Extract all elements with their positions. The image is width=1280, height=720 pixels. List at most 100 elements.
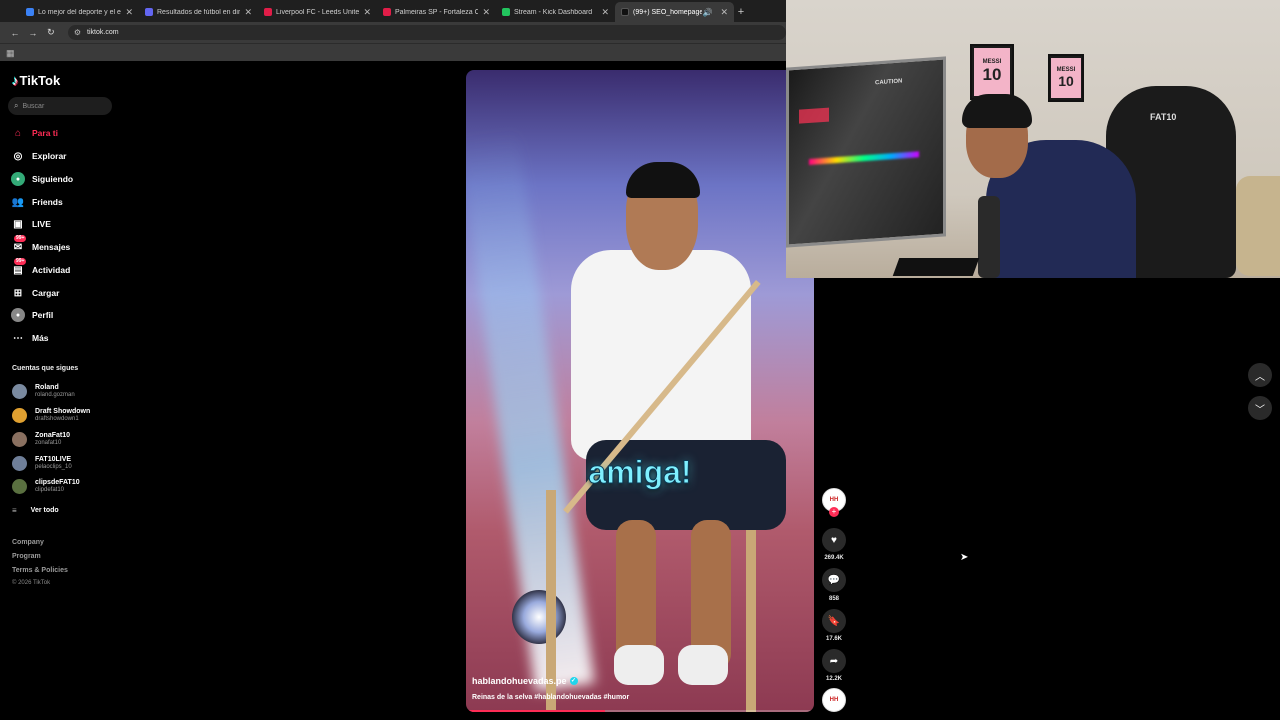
- share-count: 12.2K: [825, 676, 842, 682]
- activity-badge: 99+: [14, 258, 27, 265]
- account-handle: clipdefat10: [35, 487, 65, 493]
- following-section-title: Cuentas que sigues: [12, 365, 79, 372]
- copyright: © 2026 TikTok: [12, 580, 51, 586]
- nav-label: Actividad: [32, 265, 71, 275]
- close-tab-icon[interactable]: ✕: [363, 7, 371, 18]
- tiktok-note-icon: ♪: [12, 73, 19, 88]
- search-box[interactable]: ⌕: [8, 97, 112, 115]
- verified-icon: ✓: [569, 677, 578, 685]
- share-icon[interactable]: ➦: [822, 649, 846, 673]
- browser-tab[interactable]: Resultados de fútbol en directo ✕: [139, 2, 258, 22]
- follow-plus-icon[interactable]: +: [829, 507, 839, 517]
- browser-tab[interactable]: Liverpool FC - Leeds United Co ✕: [258, 2, 377, 22]
- previous-video-chevron-up-icon[interactable]: ︿: [1248, 363, 1272, 387]
- tab-favicon-icon: [264, 8, 272, 16]
- like-count: 269.4K: [824, 555, 844, 561]
- account-name: Roland: [35, 384, 59, 391]
- account-name: FAT10LIVE: [35, 456, 72, 463]
- search-input[interactable]: [22, 102, 103, 110]
- back-icon[interactable]: ←: [6, 28, 24, 38]
- comment-icon[interactable]: 💬: [822, 568, 846, 592]
- footer-link-company[interactable]: Company: [12, 539, 44, 546]
- close-tab-icon[interactable]: ✕: [244, 7, 252, 18]
- nav-messages[interactable]: ✉ 99+ Mensajes: [11, 235, 71, 254]
- nav-label: Siguiendo: [32, 174, 74, 184]
- see-all-label: Ver todo: [30, 507, 59, 514]
- avatar: [12, 384, 27, 399]
- gaming-pc: CAUTION: [786, 56, 946, 248]
- video-author[interactable]: hablandohuevadas.pe ✓: [472, 676, 578, 686]
- video-progress-bar[interactable]: [466, 710, 814, 712]
- following-account[interactable]: FAT10LIVE pelaoclips_10: [12, 456, 72, 471]
- tab-title: Liverpool FC - Leeds United Co: [276, 8, 360, 16]
- close-tab-icon[interactable]: ✕: [482, 7, 490, 18]
- forward-icon[interactable]: →: [24, 28, 42, 38]
- url-field[interactable]: ⚙ tiktok.com: [67, 25, 786, 40]
- following-account[interactable]: ZonaFat10 zonafat10: [12, 432, 70, 447]
- close-tab-icon[interactable]: ✕: [601, 7, 609, 18]
- account-name: ZonaFat10: [35, 432, 71, 439]
- bookmark-icon[interactable]: 🔖: [822, 609, 846, 633]
- account-name: clipsdeFAT10: [35, 479, 80, 486]
- following-account[interactable]: clipsdeFAT10 clipdefat10: [12, 479, 80, 494]
- jersey-frame: MESSI 10: [970, 44, 1014, 100]
- speaker-icon[interactable]: 🔊: [702, 8, 712, 17]
- browser-tab[interactable]: Palmeiras SP - Fortaleza CE Co ✕: [377, 2, 496, 22]
- person-shoe: [678, 645, 728, 685]
- browser-tab[interactable]: Lo mejor del deporte y el entr ✕: [20, 2, 139, 22]
- music-disc-avatar[interactable]: HH: [822, 688, 846, 712]
- nav-friends[interactable]: 👥 Friends: [11, 195, 63, 209]
- nav-label: Mensajes: [32, 242, 71, 252]
- tiktok-favicon-icon: [621, 8, 629, 16]
- mouse-cursor-icon: ➤: [960, 552, 969, 563]
- video-caption: amiga!: [588, 454, 692, 491]
- account-name: Draft Showdown: [35, 408, 91, 415]
- tab-favicon-icon: [383, 8, 391, 16]
- messages-badge: 99+: [14, 235, 27, 242]
- upload-icon: ⊞: [13, 287, 23, 299]
- following-account[interactable]: Draft Showdown draftshowdown1: [12, 408, 90, 423]
- browser-tab-active[interactable]: (99+) SEO_homepage_title 🔊 ✕: [615, 2, 734, 22]
- tab-title: (99+) SEO_homepage_title: [633, 8, 703, 16]
- list-icon: ≡: [12, 506, 17, 515]
- jersey-frame: MESSI 10: [1048, 54, 1084, 102]
- account-handle: pelaoclips_10: [35, 464, 72, 470]
- nav-profile[interactable]: ● Perfil: [11, 308, 53, 322]
- tab-favicon-icon: [26, 8, 34, 16]
- address-bar-row: ← → ↻ ⚙ tiktok.com: [0, 22, 786, 43]
- nav-upload[interactable]: ⊞ Cargar: [11, 286, 60, 300]
- video-player[interactable]: amiga! hablandohuevadas.pe ✓ Reinas de l…: [466, 70, 814, 712]
- nav-more[interactable]: ⋯ Más: [11, 331, 49, 345]
- following-icon: ●: [11, 172, 25, 186]
- reload-icon[interactable]: ↻: [42, 27, 60, 38]
- nav-label: Más: [32, 333, 49, 343]
- close-tab-icon[interactable]: ✕: [720, 7, 728, 18]
- tiktok-logo[interactable]: ♪ TikTok: [12, 73, 60, 88]
- close-tab-icon[interactable]: ✕: [125, 7, 133, 18]
- nav-explore[interactable]: ◎ Explorar: [11, 149, 67, 163]
- footer-link-terms[interactable]: Terms & Policies: [12, 567, 68, 574]
- profile-icon: ●: [11, 308, 25, 322]
- footer-link-program[interactable]: Program: [12, 553, 41, 560]
- url-text: tiktok.com: [87, 29, 119, 36]
- jersey-number: 10: [982, 65, 1002, 84]
- nav-following[interactable]: ● Siguiendo: [11, 172, 73, 186]
- nav-for-you[interactable]: ⌂ Para ti: [11, 126, 58, 140]
- next-video-chevron-down-icon[interactable]: ﹀: [1248, 396, 1272, 420]
- like-heart-icon[interactable]: ♥: [822, 528, 846, 552]
- site-info-icon[interactable]: ⚙: [74, 28, 81, 37]
- browser-tab[interactable]: Stream - Kick Dashboard ✕: [496, 2, 615, 22]
- new-tab-button[interactable]: +: [734, 2, 748, 22]
- keyboard: [892, 258, 980, 276]
- see-all-button[interactable]: ≡ Ver todo: [12, 506, 59, 515]
- apps-grid-icon[interactable]: ▦: [6, 48, 15, 59]
- home-icon: ⌂: [14, 127, 22, 139]
- nav-live[interactable]: ▣ LIVE: [11, 217, 51, 231]
- following-account[interactable]: Roland roland.gozman: [12, 384, 75, 399]
- avatar: [12, 432, 27, 447]
- webcam-overlay: CAUTION MESSI 10 MESSI 10 FAT10: [786, 0, 1280, 278]
- nav-label: Friends: [32, 197, 63, 207]
- nav-label: Perfil: [32, 310, 54, 320]
- account-handle: roland.gozman: [35, 392, 75, 398]
- nav-activity[interactable]: ▤ 99+ Actividad: [11, 258, 71, 277]
